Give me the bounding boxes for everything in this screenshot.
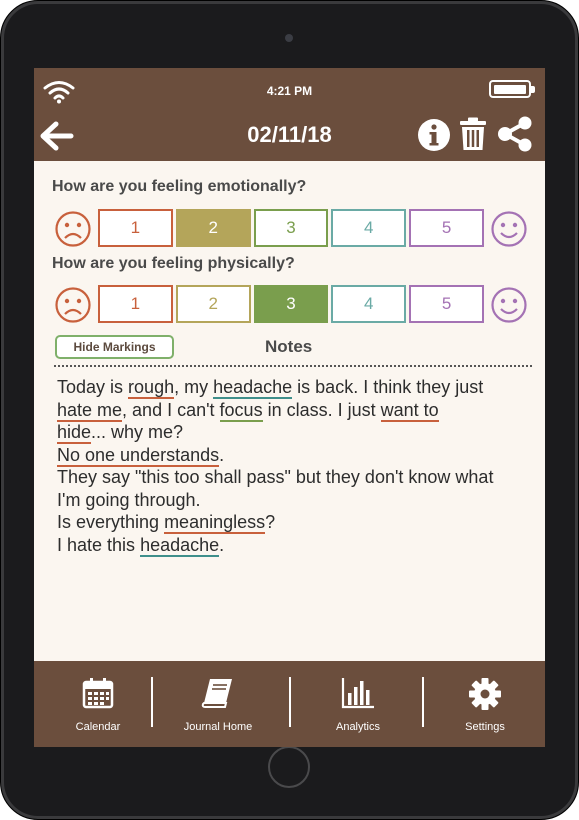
status-time: 4:21 PM [266, 84, 313, 98]
notes-text: , my [174, 377, 214, 397]
tablet-frame: 4:21 PM 02/11/18 How are you feeling emo… [0, 0, 579, 820]
emotional-question: How are you feeling emotionally? [52, 178, 307, 195]
rating-option-label: 2 [208, 218, 218, 237]
sad-face-icon [55, 211, 91, 247]
physical-question: How are you feeling physically? [52, 255, 295, 272]
bottom-tab-bar: Calendar Journal Home Analytics Settings [34, 661, 545, 747]
marked-word: hide [57, 422, 92, 444]
rating-option-3[interactable]: 3 [253, 209, 329, 247]
marked-word: rough [128, 377, 175, 399]
share-icon[interactable] [496, 116, 534, 152]
notes-text: ? [265, 512, 276, 532]
notes-text: Today is [57, 377, 129, 397]
marked-word: hate me [57, 399, 123, 422]
tab-label: Calendar [75, 721, 121, 733]
notes-text-area[interactable]: Today is rough, my headache is back. I t… [57, 376, 545, 557]
app-screen: 4:21 PM 02/11/18 How are you feeling emo… [34, 68, 545, 747]
home-button[interactable] [268, 746, 310, 788]
tab-separator [422, 677, 424, 727]
front-camera [285, 34, 293, 42]
rating-option-4[interactable]: 4 [331, 285, 407, 323]
happy-face-icon [491, 287, 527, 323]
tab-calendar[interactable]: Calendar [38, 661, 158, 747]
notes-text: I'm going through. [57, 489, 201, 510]
tab-separator [289, 677, 291, 727]
notes-text: . [219, 534, 225, 555]
rating-option-2[interactable]: 2 [175, 285, 251, 323]
battery-icon [489, 80, 535, 98]
notes-text: I hate this [57, 534, 141, 555]
notes-title: Notes [265, 337, 313, 356]
calendar-icon [82, 678, 114, 709]
physical-scale: 1 2 3 4 5 [98, 285, 484, 323]
emotional-scale: 1 2 3 4 5 [98, 209, 484, 247]
tab-label: Journal Home [183, 721, 253, 733]
marked-word: meaningless [164, 512, 266, 534]
marked-word: focus [219, 399, 263, 422]
gear-icon [469, 678, 501, 710]
rating-option-label: 1 [130, 218, 141, 237]
info-icon[interactable] [417, 118, 451, 152]
rating-option-5[interactable]: 5 [409, 209, 484, 247]
rating-option-label: 3 [286, 218, 296, 237]
tab-label: Analytics [335, 721, 381, 733]
rating-option-2[interactable]: 2 [175, 209, 251, 247]
marked-word: headache [140, 534, 220, 557]
rating-option-label: 4 [364, 294, 374, 313]
tab-analytics[interactable]: Analytics [298, 661, 418, 747]
happy-face-icon [491, 211, 527, 247]
notes-text: ... why me? [91, 422, 184, 442]
rating-option-label: 5 [441, 294, 452, 313]
tab-label: Settings [465, 721, 505, 733]
notes-text: . [219, 444, 225, 465]
trash-icon[interactable] [459, 117, 487, 151]
notes-text: , and I can't [122, 399, 220, 420]
notes-text: They say "this too shall pass" but they … [57, 467, 494, 487]
journal-icon [201, 679, 232, 708]
rating-option-5[interactable]: 5 [409, 285, 484, 323]
sad-face-icon [55, 287, 91, 323]
marked-word: headache [213, 377, 293, 399]
notes-divider [54, 365, 532, 367]
rating-option-label: 5 [441, 218, 452, 237]
tab-separator [151, 677, 153, 727]
hide-markings-button[interactable]: Hide Markings [55, 335, 174, 359]
marked-word: want to [380, 399, 439, 422]
notes-text: is back. I think they just [292, 377, 484, 397]
rating-option-1[interactable]: 1 [98, 209, 173, 247]
tab-journal-home[interactable]: Journal Home [158, 661, 278, 747]
rating-option-1[interactable]: 1 [98, 285, 173, 323]
marked-word: No one understands [57, 444, 220, 467]
rating-option-4[interactable]: 4 [331, 209, 407, 247]
rating-option-label: 2 [208, 294, 218, 313]
header-bar: 4:21 PM 02/11/18 [34, 68, 545, 161]
rating-option-label: 1 [130, 294, 141, 313]
rating-option-label: 3 [286, 294, 296, 313]
analytics-icon [341, 678, 374, 709]
notes-text: Is everything [57, 512, 165, 532]
rating-option-label: 4 [364, 218, 374, 237]
tab-settings[interactable]: Settings [425, 661, 545, 747]
rating-option-3[interactable]: 3 [253, 285, 329, 323]
notes-text: in class. I just [262, 399, 381, 420]
